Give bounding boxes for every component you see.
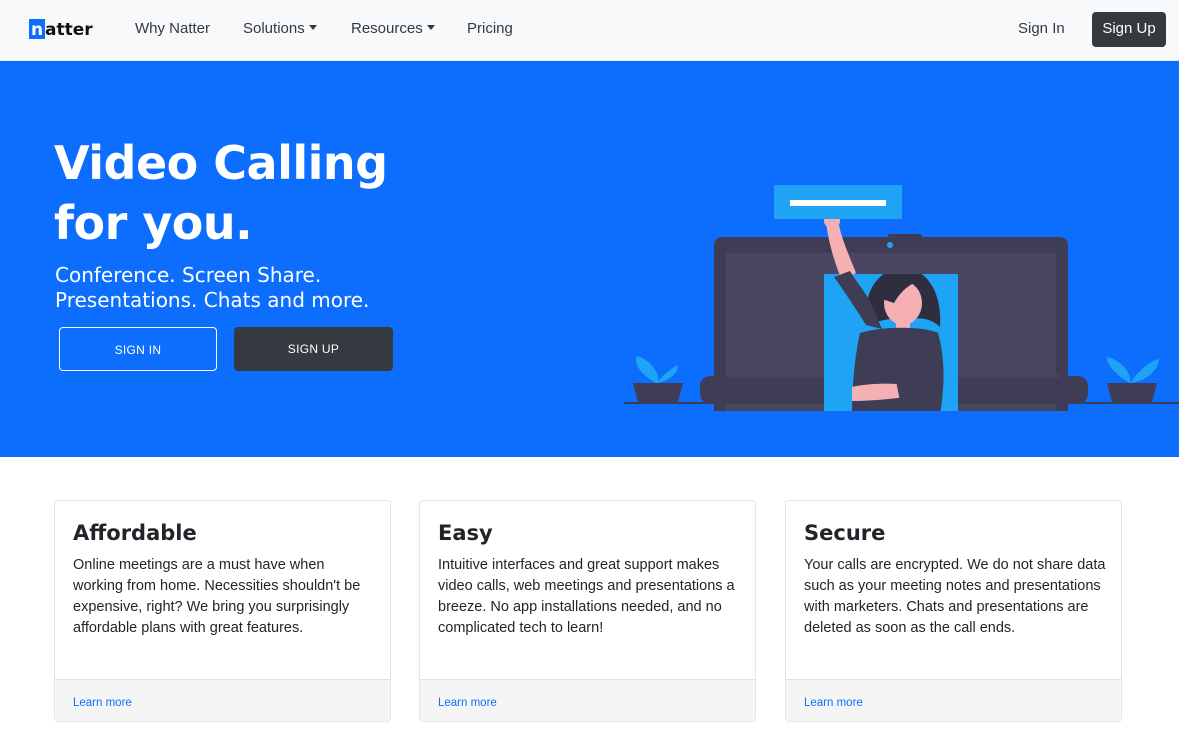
hero-subtitle-line-1: Conference. Screen Share. xyxy=(55,263,322,287)
card-title: Secure xyxy=(804,521,886,545)
logo-text: atter xyxy=(45,20,93,40)
nav-why-natter[interactable]: Why Natter xyxy=(135,20,210,38)
chevron-down-icon xyxy=(426,25,435,30)
hero-title: Video Calling for you. xyxy=(54,133,454,253)
card-footer: Learn more xyxy=(55,679,390,721)
nav-solutions-dropdown[interactable]: Solutions xyxy=(243,20,317,38)
hero-title-line-2: for you. xyxy=(54,196,253,250)
learn-more-link[interactable]: Learn more xyxy=(73,696,132,710)
message-sign-icon xyxy=(774,185,902,219)
feature-card-secure: Secure Your calls are encrypted. We do n… xyxy=(785,500,1122,722)
hero-sign-up-button[interactable]: SIGN UP xyxy=(234,327,393,371)
right-plant-icon xyxy=(1106,357,1159,402)
card-title: Easy xyxy=(438,521,493,545)
nav-resources-dropdown[interactable]: Resources xyxy=(351,20,435,38)
video-call-illustration xyxy=(624,185,1179,411)
feature-card-easy: Easy Intuitive interfaces and great supp… xyxy=(419,500,756,722)
hero-title-line-1: Video Calling xyxy=(54,136,388,190)
hero-subtitle-line-2: Presentations. Chats and more. xyxy=(55,288,370,312)
card-text: Online meetings are a must have when wor… xyxy=(73,557,361,636)
hero-sign-in-button[interactable]: SIGN IN xyxy=(59,327,217,371)
card-title: Affordable xyxy=(73,521,197,545)
nav-pricing[interactable]: Pricing xyxy=(467,20,513,38)
nav-solutions-label: Solutions xyxy=(243,20,305,37)
nav-sign-in-link[interactable]: Sign In xyxy=(1018,20,1065,38)
nav-sign-up-button[interactable]: Sign Up xyxy=(1092,12,1166,47)
card-text: Your calls are encrypted. We do not shar… xyxy=(804,557,1106,636)
card-footer: Learn more xyxy=(786,679,1121,721)
left-plant-icon xyxy=(633,356,683,402)
card-footer: Learn more xyxy=(420,679,755,721)
natter-logo[interactable]: n atter xyxy=(29,19,93,41)
hero-subtitle: Conference. Screen Share. Presentations.… xyxy=(55,263,455,313)
card-text: Intuitive interfaces and great support m… xyxy=(438,557,735,636)
nav-resources-label: Resources xyxy=(351,20,423,37)
hero-section: Video Calling for you. Conference. Scree… xyxy=(0,61,1179,457)
learn-more-link[interactable]: Learn more xyxy=(804,696,863,710)
feature-card-affordable: Affordable Online meetings are a must ha… xyxy=(54,500,391,722)
navbar: n atter Why Natter Solutions Resources Pr… xyxy=(0,0,1179,61)
logo-mark: n xyxy=(29,19,45,40)
chevron-down-icon xyxy=(308,25,317,30)
learn-more-link[interactable]: Learn more xyxy=(438,696,497,710)
